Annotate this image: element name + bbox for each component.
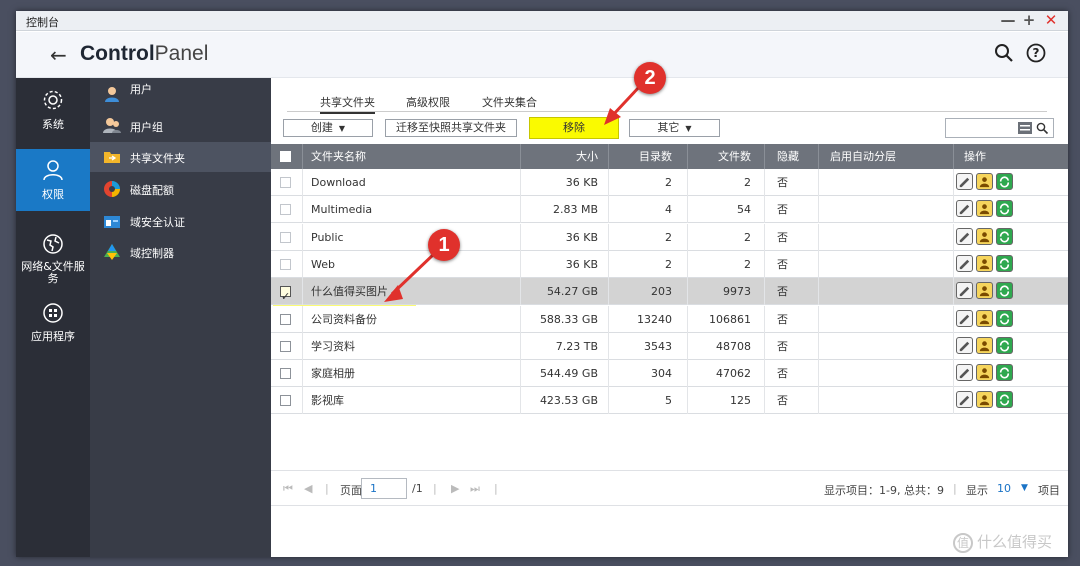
watermark: 值什么值得买	[953, 531, 1052, 553]
annotation-overlay	[384, 84, 642, 302]
watermark-text: 什么值得买	[977, 533, 1053, 551]
annotation-badge-1: 1	[428, 229, 460, 261]
watermark-logo-icon: 值	[953, 532, 973, 553]
annotation-badge-2: 2	[634, 62, 666, 94]
annotation-arrow	[610, 84, 642, 118]
